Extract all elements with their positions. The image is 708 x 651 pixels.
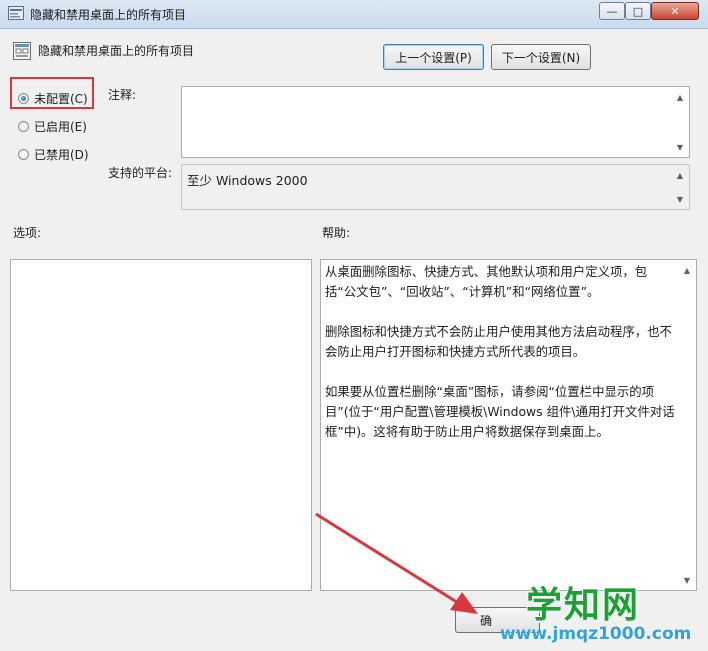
platform-label: 支持的平台: xyxy=(108,166,173,180)
radio-unselected-icon xyxy=(18,148,29,160)
comment-label: 注释: xyxy=(108,88,137,102)
window-title: 隐藏和禁用桌面上的所有项目 xyxy=(30,8,187,22)
watermark-logo: 学知网 xyxy=(526,585,641,626)
setting-icon xyxy=(13,42,31,60)
platform-field: 至少 Windows 2000 ▲ ▼ xyxy=(181,164,690,210)
help-text: 从桌面删除图标、快捷方式、其他默认项和用户定义项，包括“公文包”、“回收站”、“… xyxy=(325,262,676,462)
radio-label: 已启用(E) xyxy=(34,119,87,134)
minimize-icon: — xyxy=(606,4,618,18)
help-paragraph: 删除图标和快捷方式不会防止用户使用其他方法启动程序，也不会防止用户打开图标和快捷… xyxy=(325,324,672,359)
prev-setting-button[interactable]: 上一个设置(P) xyxy=(383,44,484,70)
radio-disabled[interactable]: 已禁用(D) xyxy=(18,145,89,163)
scroll-up-icon[interactable]: ▲ xyxy=(672,168,688,182)
next-setting-button[interactable]: 下一个设置(N) xyxy=(491,44,591,70)
comment-textarea[interactable]: ▲ ▼ xyxy=(181,86,690,158)
scroll-up-icon[interactable]: ▲ xyxy=(672,90,688,104)
watermark-url: www.jmqz1000.com xyxy=(500,624,692,644)
help-paragraph: 如果要从位置栏删除“桌面”图标，请参阅“位置栏中显示的项目”(位于“用户配置\管… xyxy=(325,384,675,439)
options-pane xyxy=(10,259,312,591)
radio-label: 已禁用(D) xyxy=(34,147,89,162)
maximize-icon: □ xyxy=(632,4,644,18)
radio-unselected-icon xyxy=(18,120,29,132)
scroll-up-icon[interactable]: ▲ xyxy=(679,263,695,277)
help-paragraph: 从桌面删除图标、快捷方式、其他默认项和用户定义项，包括“公文包”、“回收站”、“… xyxy=(325,264,648,299)
radio-label: 未配置(C) xyxy=(34,91,88,106)
next-setting-label: 下一个设置(N) xyxy=(501,50,581,65)
close-icon: ✕ xyxy=(670,4,680,18)
scroll-down-icon[interactable]: ▼ xyxy=(679,573,695,587)
options-label: 选项: xyxy=(13,226,42,240)
scroll-down-icon[interactable]: ▼ xyxy=(672,192,688,206)
help-scrollbar[interactable]: ▲ ▼ xyxy=(679,261,695,589)
title-bar: 隐藏和禁用桌面上的所有项目 — □ ✕ xyxy=(0,0,708,29)
platform-value: 至少 Windows 2000 xyxy=(187,173,308,188)
policy-app-icon xyxy=(8,6,24,20)
annotation-arrow xyxy=(315,512,478,614)
help-label: 帮助: xyxy=(322,226,351,240)
radio-selected-icon xyxy=(18,92,29,104)
maximize-button[interactable]: □ xyxy=(625,2,651,20)
radio-enabled[interactable]: 已启用(E) xyxy=(18,117,87,135)
platform-scrollbar[interactable]: ▲ ▼ xyxy=(672,166,688,208)
setting-title: 隐藏和禁用桌面上的所有项目 xyxy=(38,44,195,58)
close-button[interactable]: ✕ xyxy=(651,2,699,20)
minimize-button[interactable]: — xyxy=(599,2,625,20)
radio-not-configured[interactable]: 未配置(C) xyxy=(18,89,88,107)
prev-setting-label: 上一个设置(P) xyxy=(395,50,472,65)
comment-scrollbar[interactable]: ▲ ▼ xyxy=(672,88,688,156)
scroll-down-icon[interactable]: ▼ xyxy=(672,140,688,154)
